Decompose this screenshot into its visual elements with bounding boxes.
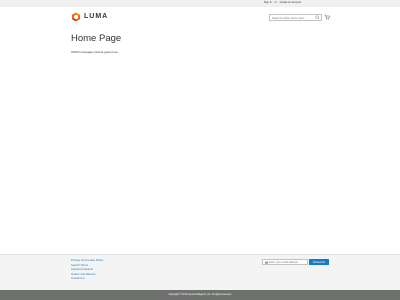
create-account-link[interactable]: Create an Account: [280, 1, 301, 4]
page-title: Home Page: [71, 33, 122, 44]
logo-text[interactable]: LUMA: [84, 13, 108, 20]
mail-icon: [265, 261, 268, 264]
footer-link-contact-us[interactable]: Contact Us: [71, 276, 103, 281]
copyright-bar: Copyright © 2013-present Magento, Inc. A…: [0, 290, 400, 300]
sign-in-link[interactable]: Sign In: [264, 1, 272, 4]
footer: Privacy and Cookie Policy Search Terms A…: [0, 254, 400, 290]
footer-links: Privacy and Cookie Policy Search Terms A…: [71, 258, 103, 281]
newsletter-email-input[interactable]: [269, 260, 307, 264]
or-separator: or: [274, 1, 277, 4]
cart-icon[interactable]: [324, 14, 330, 20]
subscribe-button[interactable]: Subscribe: [309, 259, 329, 265]
top-links: Sign In or Create an Account: [262, 1, 301, 4]
newsletter-field: [262, 259, 308, 265]
top-bar: Sign In or Create an Account: [0, 0, 400, 7]
search-box: [269, 14, 322, 21]
cms-content: CMS homepage content goes here.: [71, 50, 119, 54]
header: [0, 7, 400, 31]
luma-logo-icon[interactable]: [71, 12, 81, 22]
search-icon[interactable]: [315, 15, 320, 20]
search-input[interactable]: [272, 15, 315, 20]
footer-link-privacy[interactable]: Privacy and Cookie Policy: [71, 258, 103, 263]
